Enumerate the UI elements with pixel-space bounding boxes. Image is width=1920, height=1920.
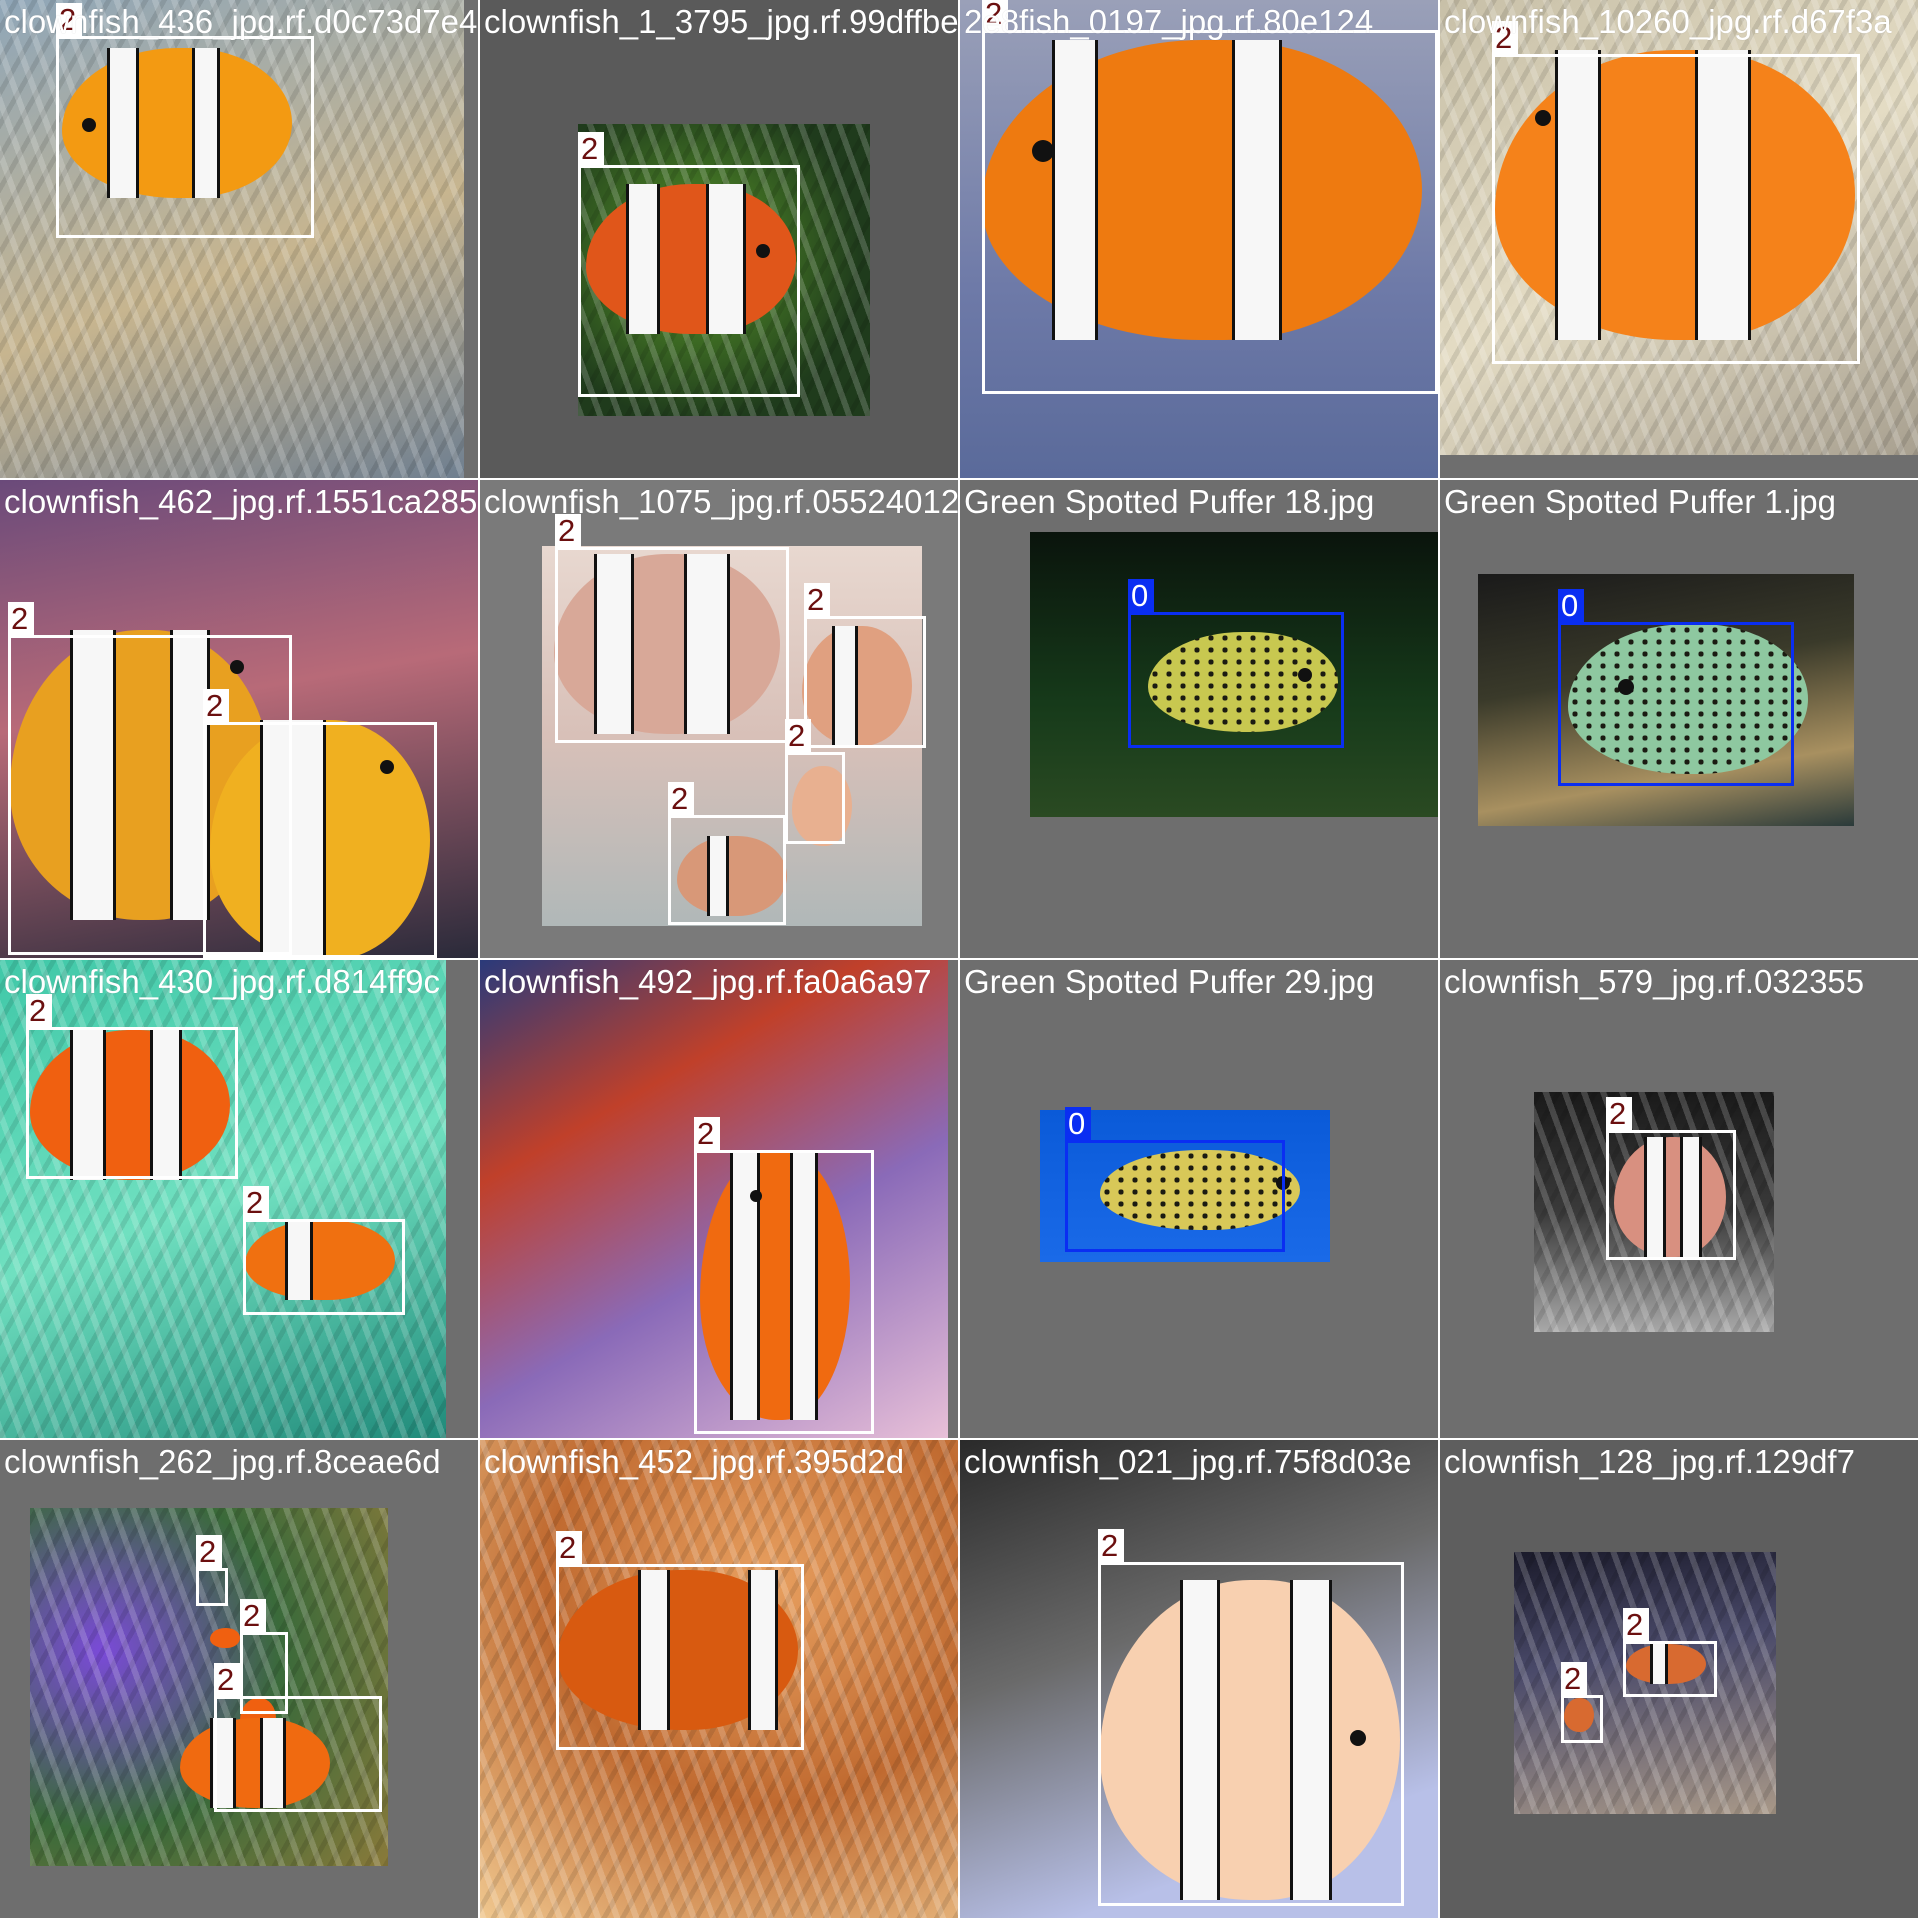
bounding-box[interactable]: 0 bbox=[1065, 1107, 1285, 1252]
image-tile[interactable]: 0 Green Spotted Puffer 1.jpg bbox=[1440, 480, 1918, 958]
image-filename: Green Spotted Puffer 18.jpg bbox=[964, 483, 1375, 520]
class-label: 2 bbox=[240, 1599, 266, 1633]
image-filename: clownfish_1075_jpg.rf.05524012e9 bbox=[484, 483, 958, 520]
bounding-box[interactable]: 2 bbox=[785, 719, 845, 844]
image-filename: Green Spotted Puffer 29.jpg bbox=[964, 963, 1375, 1000]
image-filename: clownfish_462_jpg.rf.1551ca285 bbox=[4, 483, 478, 520]
class-label: 2 bbox=[1098, 1529, 1124, 1563]
image-tile[interactable]: 2 2 2 2 clownfish_1075_jpg.rf.05524012e9 bbox=[480, 480, 958, 958]
bounding-box[interactable]: 2 bbox=[578, 132, 800, 397]
image-filename: clownfish_436_jpg.rf.d0c73d7e45f741d3752 bbox=[4, 3, 478, 40]
bounding-box[interactable]: 2 bbox=[196, 1535, 228, 1606]
bounding-box[interactable]: 2 bbox=[1492, 21, 1860, 364]
class-label: 2 bbox=[804, 583, 830, 617]
class-label: 2 bbox=[196, 1535, 222, 1569]
bounding-box[interactable]: 2 bbox=[668, 782, 786, 925]
bounding-box[interactable]: 0 bbox=[1558, 589, 1794, 786]
image-tile[interactable]: 2 clownfish_1_3795_jpg.rf.99dffbed bbox=[480, 0, 958, 478]
bounding-box[interactable]: 0 bbox=[1128, 579, 1344, 748]
image-filename: clownfish_492_jpg.rf.fa0a6a97 bbox=[484, 963, 932, 1000]
image-filename: clownfish_10260_jpg.rf.d67f3a bbox=[1444, 3, 1892, 40]
image-filename: 2e8fish_0197_jpg.rf.80e124 bbox=[964, 3, 1374, 40]
class-label: 0 bbox=[1558, 589, 1584, 623]
image-tile[interactable]: 2 clownfish_436_jpg.rf.d0c73d7e45f741d37… bbox=[0, 0, 478, 478]
class-label: 2 bbox=[556, 1531, 582, 1565]
class-label: 2 bbox=[785, 719, 811, 753]
image-tile[interactable]: 2 clownfish_452_jpg.rf.395d2d bbox=[480, 1440, 958, 1918]
bounding-box[interactable]: 2 bbox=[1098, 1529, 1404, 1906]
bounding-box[interactable]: 2 bbox=[56, 3, 314, 238]
bounding-box[interactable]: 2 bbox=[1561, 1662, 1603, 1743]
image-filename: clownfish_128_jpg.rf.129df7 bbox=[1444, 1443, 1855, 1480]
bounding-box[interactable]: 2 bbox=[26, 994, 238, 1179]
image-tile[interactable]: 2 clownfish_492_jpg.rf.fa0a6a97 bbox=[480, 960, 958, 1438]
image-filename: clownfish_579_jpg.rf.032355 bbox=[1444, 963, 1865, 1000]
bounding-box[interactable]: 2 bbox=[1623, 1608, 1717, 1697]
bounding-box[interactable]: 2 bbox=[243, 1186, 405, 1315]
bounding-box[interactable]: 2 bbox=[694, 1117, 874, 1434]
class-label: 2 bbox=[243, 1186, 269, 1220]
image-tile[interactable]: 2 2 2 clownfish_262_jpg.rf.8ceae6d bbox=[0, 1440, 478, 1918]
bounding-box[interactable]: 2 bbox=[555, 514, 789, 743]
bounding-box[interactable]: 2 bbox=[804, 583, 926, 748]
image-filename: clownfish_452_jpg.rf.395d2d bbox=[484, 1443, 905, 1480]
class-label: 0 bbox=[1065, 1107, 1091, 1141]
class-label: 2 bbox=[8, 602, 34, 636]
image-tile[interactable]: 0 Green Spotted Puffer 29.jpg bbox=[960, 960, 1438, 1438]
class-label: 2 bbox=[1561, 1662, 1587, 1696]
class-label: 2 bbox=[578, 132, 604, 166]
class-label: 0 bbox=[1128, 579, 1154, 613]
image-filename: clownfish_262_jpg.rf.8ceae6d bbox=[4, 1443, 441, 1480]
bounding-box[interactable]: 2 bbox=[203, 689, 437, 958]
image-filename: Green Spotted Puffer 1.jpg bbox=[1444, 483, 1836, 520]
image-tile[interactable]: 2 clownfish_10260_jpg.rf.d67f3a bbox=[1440, 0, 1918, 478]
class-label: 2 bbox=[694, 1117, 720, 1151]
bounding-box[interactable]: 2 bbox=[1606, 1097, 1736, 1260]
image-filename: clownfish_021_jpg.rf.75f8d03e bbox=[964, 1443, 1412, 1480]
bounding-box[interactable]: 2 bbox=[982, 0, 1438, 394]
bounding-box[interactable]: 2 bbox=[214, 1663, 382, 1812]
image-tile[interactable]: 2 2 clownfish_430_jpg.rf.d814ff9c bbox=[0, 960, 478, 1438]
image-tile[interactable]: 0 Green Spotted Puffer 18.jpg bbox=[960, 480, 1438, 958]
class-label: 2 bbox=[203, 689, 229, 723]
clownfish bbox=[210, 1628, 240, 1648]
bounding-box[interactable]: 2 bbox=[556, 1531, 804, 1750]
image-tile[interactable]: 2 clownfish_021_jpg.rf.75f8d03e bbox=[960, 1440, 1438, 1918]
image-tile[interactable]: 2 2e8fish_0197_jpg.rf.80e124 bbox=[960, 0, 1438, 478]
class-label: 2 bbox=[214, 1663, 240, 1697]
image-tile[interactable]: 2 2 clownfish_128_jpg.rf.129df7 bbox=[1440, 1440, 1918, 1918]
image-filename: clownfish_1_3795_jpg.rf.99dffbed bbox=[484, 3, 958, 40]
detection-results-grid: 2 clownfish_436_jpg.rf.d0c73d7e45f741d37… bbox=[0, 0, 1920, 1920]
image-tile[interactable]: 2 2 clownfish_462_jpg.rf.1551ca285 bbox=[0, 480, 478, 958]
class-label: 2 bbox=[1606, 1097, 1632, 1131]
image-filename: clownfish_430_jpg.rf.d814ff9c bbox=[4, 963, 441, 1000]
class-label: 2 bbox=[1623, 1608, 1649, 1642]
image-tile[interactable]: 2 clownfish_579_jpg.rf.032355 bbox=[1440, 960, 1918, 1438]
class-label: 2 bbox=[668, 782, 694, 816]
